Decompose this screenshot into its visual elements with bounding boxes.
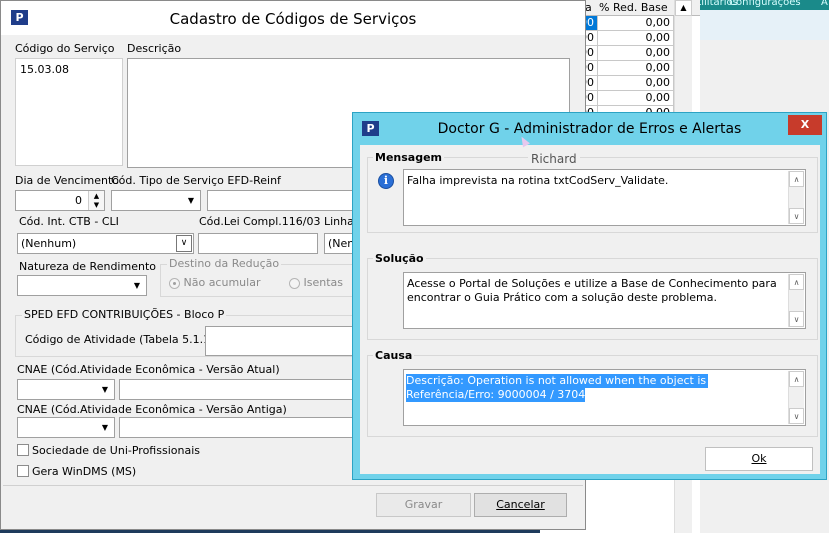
cod-tipo-servico-select[interactable]: ▼ <box>111 190 201 211</box>
scroll-up-icon[interactable]: ∧ <box>789 371 804 387</box>
radio-isentas[interactable]: Isentas <box>289 276 343 289</box>
main-window-title: Cadastro de Códigos de Serviços <box>169 10 417 28</box>
gravar-button[interactable]: Gravar <box>376 493 471 517</box>
codigo-servico-field[interactable]: 15.03.08 <box>15 58 123 166</box>
cod-tipo-servico-desc-field[interactable] <box>207 190 367 211</box>
info-icon: i <box>378 173 394 189</box>
grid-cell-value[interactable]: 0,00 <box>598 91 674 106</box>
cnae-atual-select[interactable]: ▼ <box>17 379 115 400</box>
main-bottom-separator <box>3 485 583 486</box>
dialog-titlebar[interactable]: P Doctor G - Administrador de Erros e Al… <box>353 113 826 145</box>
dialog-title: Doctor G - Administrador de Erros e Aler… <box>437 121 742 137</box>
mensagem-scrollbar[interactable]: ∧ ∨ <box>788 171 804 224</box>
solucao-scrollbar[interactable]: ∧ ∨ <box>788 274 804 327</box>
background-panel-row <box>700 10 829 40</box>
scroll-down-icon[interactable]: ∨ <box>789 408 804 424</box>
codigo-atividade-label: Código de Atividade (Tabela 5.1.1): <box>25 333 219 346</box>
causa-textbox[interactable]: Descrição: Operation is not allowed when… <box>403 369 806 426</box>
grid-header-left: a <box>585 1 592 14</box>
radio-nao-acumular-label: Não acumular <box>183 276 261 289</box>
cnae-atual-desc-field[interactable] <box>119 379 369 400</box>
background-menubar: Utilitários Configurações A <box>700 0 829 10</box>
radio-isentas-circle-icon <box>289 277 300 289</box>
dia-vencimento-spinner[interactable]: 0 ▲ ▼ <box>15 190 105 211</box>
sociedade-checkbox[interactable] <box>17 444 29 456</box>
radio-nao-acumular[interactable]: Não acumular <box>169 276 260 289</box>
dialog-client-area: Mensagem Richard i Falha imprevista na r… <box>360 145 820 474</box>
main-titlebar[interactable]: P Cadastro de Códigos de Serviços <box>1 1 585 35</box>
cnae-antiga-select[interactable]: ▼ <box>17 417 115 438</box>
grid-header-right: % Red. Base <box>599 1 668 14</box>
cod-lei-label: Cód.Lei Compl.116/03 <box>199 215 321 228</box>
chevron-down-icon: ∨ <box>176 235 192 252</box>
close-icon: X <box>800 118 810 131</box>
gravar-label: Gravar <box>404 498 443 511</box>
doctor-g-dialog: P Doctor G - Administrador de Erros e Al… <box>352 112 827 480</box>
solucao-text: Acesse o Portal de Soluções e utilize a … <box>407 277 777 304</box>
cod-int-ctb-label: Cód. Int. CTB - CLI <box>19 215 119 228</box>
ok-button[interactable]: Ok <box>705 447 813 471</box>
menu-a[interactable]: A <box>821 0 828 8</box>
chevron-down-icon: ▼ <box>182 191 200 210</box>
codigo-servico-label: Código do Serviço <box>15 42 115 55</box>
solucao-textbox[interactable]: Acesse o Portal de Soluções e utilize a … <box>403 272 806 329</box>
dialog-watermark: Richard <box>528 152 580 166</box>
dia-vencimento-label: Dia de Vencimento <box>15 174 120 187</box>
scroll-up-icon[interactable]: ∧ <box>789 171 804 187</box>
sped-group-title: SPED EFD CONTRIBUIÇÕES - Bloco P <box>22 308 227 321</box>
chevron-down-icon: ▼ <box>96 418 114 437</box>
grid-cell-value[interactable]: 0,00 <box>598 61 674 76</box>
destino-reducao-label: Destino da Redução <box>167 257 282 270</box>
grid-cell-value[interactable]: 0,00 <box>598 46 674 61</box>
radio-nao-acumular-dot-icon <box>169 277 180 289</box>
causa-scrollbar[interactable]: ∧ ∨ <box>788 371 804 424</box>
natureza-rendimento-label: Natureza de Rendimento <box>19 260 156 273</box>
cnae-antiga-label: CNAE (Cód.Atividade Econômica - Versão A… <box>17 403 287 416</box>
cancelar-button[interactable]: Cancelar <box>474 493 567 517</box>
spin-down-icon[interactable]: ▼ <box>88 200 104 210</box>
scroll-down-icon[interactable]: ∨ <box>789 208 804 224</box>
mensagem-text: Falha imprevista na rotina txtCodServ_Va… <box>407 174 669 187</box>
causa-text-selected: Descrição: Operation is not allowed when… <box>406 374 752 402</box>
radio-isentas-label: Isentas <box>303 276 344 289</box>
menu-configuracoes[interactable]: Configurações <box>729 0 801 8</box>
causa-title: Causa <box>373 349 415 362</box>
cnae-atual-label: CNAE (Cód.Atividade Econômica - Versão A… <box>17 363 280 376</box>
gera-windms-checkbox[interactable] <box>17 465 29 477</box>
codigo-servico-value: 15.03.08 <box>20 63 69 76</box>
dia-vencimento-value: 0 <box>75 194 82 207</box>
solucao-title: Solução <box>373 252 426 265</box>
chevron-down-icon: ▼ <box>96 380 114 399</box>
chevron-down-icon: ▼ <box>128 276 146 295</box>
dialog-close-button[interactable]: X <box>788 115 822 135</box>
causa-line-1: Descrição: Operation is not allowed when… <box>406 374 752 388</box>
cod-tipo-servico-label: Cód. Tipo de Serviço EFD-Reinf <box>111 174 281 187</box>
cod-lei-field[interactable] <box>198 233 318 254</box>
cancelar-label: Cancelar <box>496 498 545 511</box>
natureza-rendimento-select[interactable]: ▼ <box>17 275 147 296</box>
mensagem-textbox[interactable]: Falha imprevista na rotina txtCodServ_Va… <box>403 169 806 226</box>
cod-int-ctb-select[interactable]: (Nenhum) ∨ <box>17 233 194 254</box>
grid-scroll-up-icon[interactable]: ▲ <box>675 0 692 16</box>
cnae-antiga-desc-field[interactable] <box>119 417 369 438</box>
descricao-label: Descrição <box>127 42 182 55</box>
mensagem-title: Mensagem <box>373 151 445 164</box>
causa-line-2: Referência/Erro: 9000004 / 3704 <box>406 388 586 402</box>
grid-cell-value[interactable]: 0,00 <box>598 31 674 46</box>
scroll-up-icon[interactable]: ∧ <box>789 274 804 290</box>
cod-int-ctb-value: (Nenhum) <box>21 237 77 250</box>
linha-label: Linha <box>324 215 354 228</box>
gera-windms-label: Gera WinDMS (MS) <box>32 465 137 478</box>
grid-cell-value[interactable]: 0,00 <box>598 16 674 31</box>
grid-cell-value[interactable]: 0,00 <box>598 76 674 91</box>
scroll-down-icon[interactable]: ∨ <box>789 311 804 327</box>
codigo-atividade-field[interactable] <box>205 326 365 356</box>
sociedade-label: Sociedade de Uni-Profissionais <box>32 444 200 457</box>
ok-label: Ok <box>751 452 767 465</box>
